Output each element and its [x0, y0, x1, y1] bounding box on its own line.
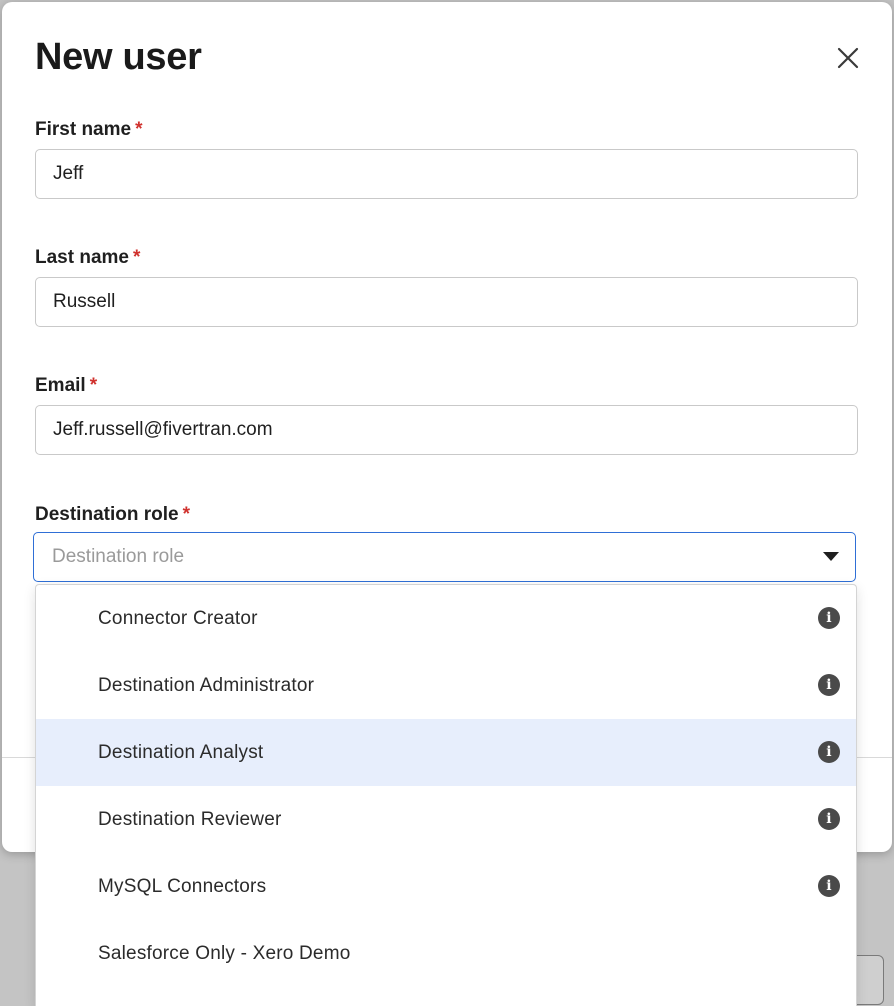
- last-name-label: Last name *: [35, 247, 141, 268]
- close-icon: [837, 47, 859, 69]
- info-icon[interactable]: i: [818, 875, 840, 897]
- info-icon[interactable]: i: [818, 674, 840, 696]
- caret-down-icon: [823, 552, 839, 561]
- destination-role-placeholder: Destination role: [52, 546, 185, 567]
- destination-role-dropdown: Connector Creator i Destination Administ…: [35, 584, 857, 1006]
- option-salesforce-only-xero-demo[interactable]: Salesforce Only - Xero Demo: [36, 920, 856, 987]
- option-destination-reviewer[interactable]: Destination Reviewer i: [36, 786, 856, 853]
- option-destination-analyst[interactable]: Destination Analyst i: [36, 719, 856, 786]
- option-connector-creator[interactable]: Connector Creator i: [36, 585, 856, 652]
- modal-title: New user: [35, 36, 202, 78]
- last-name-input[interactable]: [35, 277, 858, 327]
- required-marker: *: [182, 504, 190, 525]
- destination-role-select[interactable]: Destination role: [33, 532, 856, 582]
- first-name-input[interactable]: [35, 149, 858, 199]
- required-marker: *: [132, 247, 141, 268]
- option-mysql-connectors[interactable]: MySQL Connectors i: [36, 853, 856, 920]
- required-marker: *: [89, 375, 98, 396]
- email-input[interactable]: [35, 405, 858, 455]
- close-button[interactable]: [832, 42, 864, 74]
- info-icon[interactable]: i: [818, 607, 840, 629]
- info-icon[interactable]: i: [818, 741, 840, 763]
- option-destination-administrator[interactable]: Destination Administrator i: [36, 652, 856, 719]
- email-label: Email *: [35, 375, 98, 396]
- first-name-label: First name *: [35, 119, 143, 140]
- info-icon[interactable]: i: [818, 808, 840, 830]
- required-marker: *: [135, 119, 143, 140]
- destination-role-label: Destination role *: [35, 504, 190, 525]
